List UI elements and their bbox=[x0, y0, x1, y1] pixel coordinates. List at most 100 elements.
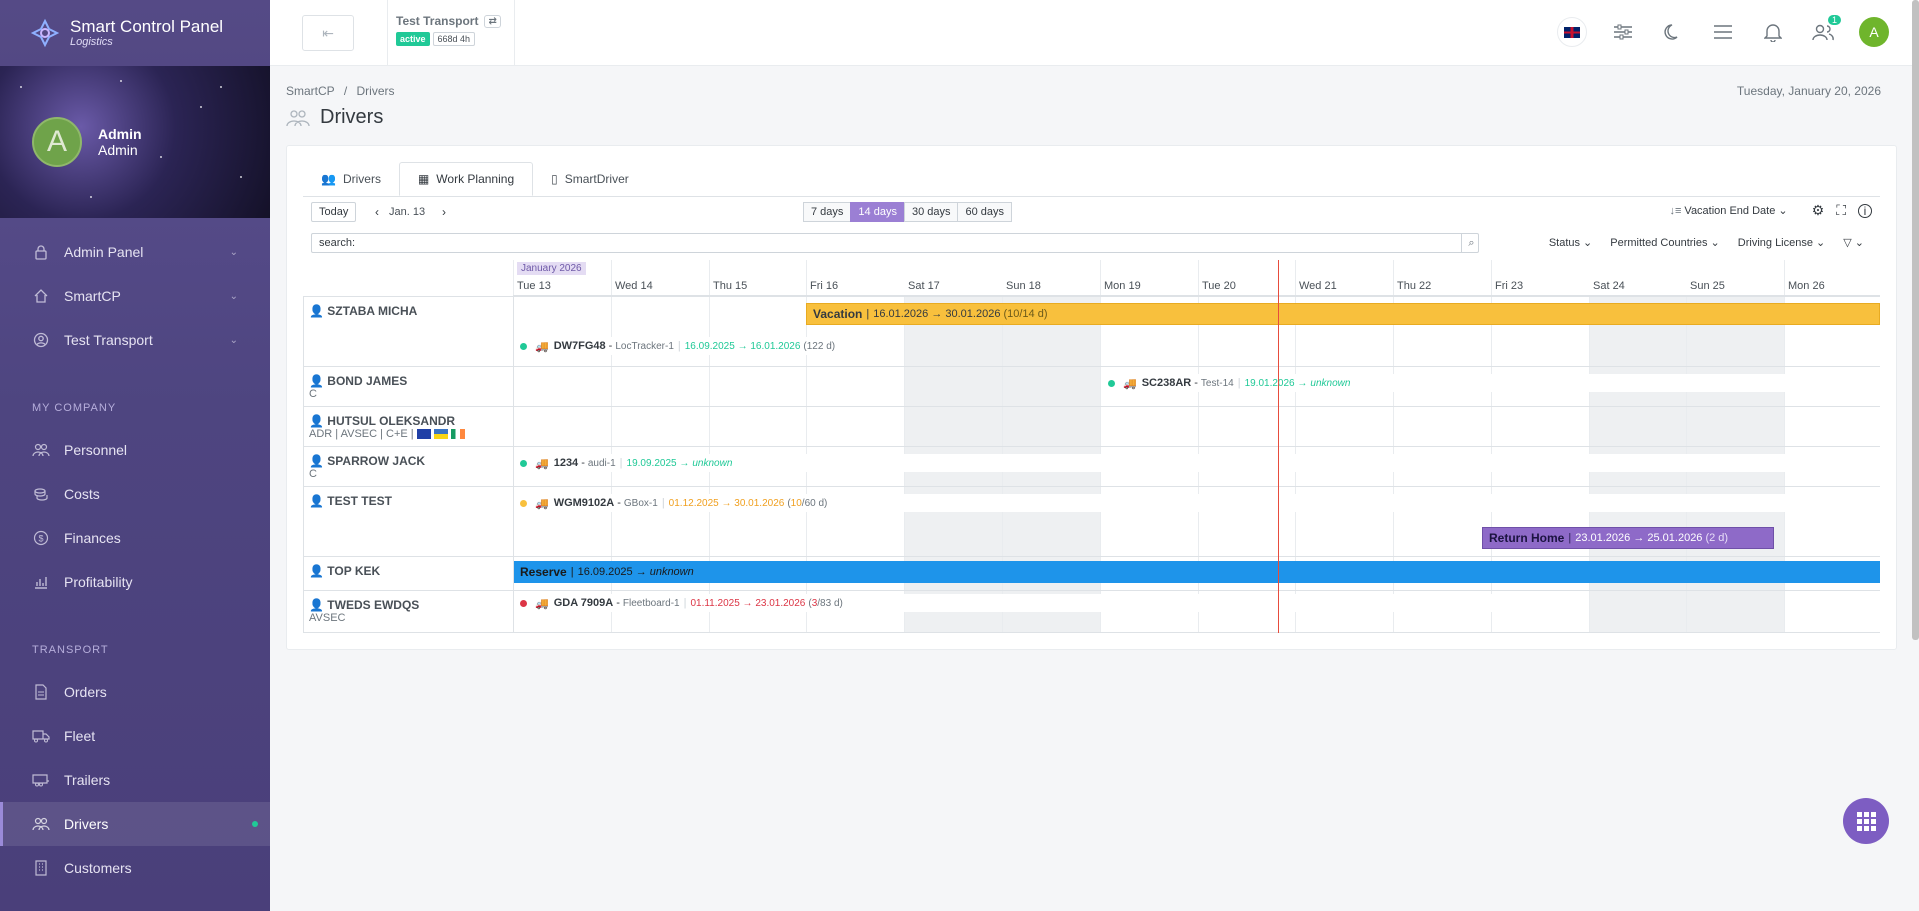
sidebar-item-admin-panel[interactable]: Admin Panel ⌄ bbox=[0, 230, 270, 274]
vehicle-assignment[interactable]: 🚚 DW7FG48 - LocTracker-1 | 16.09.2025 → … bbox=[514, 337, 885, 355]
separator: | bbox=[683, 597, 687, 609]
profile-avatar[interactable]: A bbox=[32, 117, 82, 167]
range-14-days[interactable]: 14 days bbox=[850, 202, 905, 222]
event-label: Reserve bbox=[520, 565, 567, 579]
page-scrollbar[interactable] bbox=[1912, 0, 1919, 640]
driver-name: 👤 TWEDS EWDQS bbox=[309, 598, 507, 612]
separator: | bbox=[570, 566, 574, 578]
breadcrumb-current: Drivers bbox=[356, 84, 395, 98]
event-end: unknown bbox=[649, 566, 694, 578]
next-week-button[interactable]: › bbox=[442, 205, 446, 219]
driver-row[interactable]: 👤 TEST TEST bbox=[303, 490, 513, 512]
brand[interactable]: Smart Control Panel Logistics bbox=[0, 0, 270, 66]
planning-card: 👥 Drivers ▦ Work Planning ▯ SmartDriver … bbox=[286, 145, 1897, 650]
filter-label: Permitted Countries bbox=[1610, 237, 1708, 249]
sidebar-item-label: Costs bbox=[64, 486, 100, 502]
user-avatar[interactable]: A bbox=[1859, 17, 1889, 47]
driver-row[interactable]: 👤 TOP KEK bbox=[303, 560, 513, 582]
row-divider bbox=[303, 632, 1880, 633]
driver-row[interactable]: 👤 HUTSUL OLEKSANDR ADR | AVSEC | C+E | bbox=[303, 410, 513, 444]
page-title-row: Drivers bbox=[286, 106, 383, 129]
sidebar-item-label: Admin Panel bbox=[64, 244, 144, 260]
driver-row[interactable]: 👤 SPARROW JACK C bbox=[303, 450, 513, 484]
brand-subtitle: Logistics bbox=[70, 36, 113, 48]
vehicle-assignment[interactable]: 🚚 GDA 7909A - Fleetboard-1 | 01.11.2025 … bbox=[514, 594, 1587, 612]
driver-name: 👤 SPARROW JACK bbox=[309, 454, 507, 468]
separator: - bbox=[581, 457, 585, 469]
breadcrumb-root[interactable]: SmartCP bbox=[286, 84, 334, 98]
day-label: Fri 23 bbox=[1495, 280, 1524, 292]
return-home-bar[interactable]: Return Home | 23.01.2026 → 25.01.2026 (2… bbox=[1482, 527, 1774, 549]
range-60-days[interactable]: 60 days bbox=[957, 202, 1013, 222]
search-input[interactable]: search: bbox=[311, 233, 1479, 253]
tab-drivers[interactable]: 👥 Drivers bbox=[303, 162, 399, 196]
notifications-button[interactable] bbox=[1759, 18, 1787, 46]
driver-row[interactable]: 👤 BOND JAMES C bbox=[303, 370, 513, 404]
vehicle-assignment[interactable]: 🚚 SC238AR - Test-14 | 19.01.2026 → unkno… bbox=[1102, 374, 1880, 392]
driver-name: 👤 HUTSUL OLEKSANDR bbox=[309, 414, 507, 428]
day-label: Wed 21 bbox=[1299, 280, 1337, 292]
sort-area: ↓≡ Vacation End Date ⌄ ⚙ ⛶ i bbox=[1669, 202, 1880, 219]
breadcrumb-separator: / bbox=[343, 84, 348, 98]
tab-smartdriver[interactable]: ▯ SmartDriver bbox=[533, 162, 647, 196]
filter-driving-license[interactable]: Driving License ⌄ bbox=[1738, 236, 1825, 249]
sidebar-item-fleet[interactable]: Fleet bbox=[0, 714, 270, 758]
filter-label: Driving License bbox=[1737, 237, 1813, 249]
vehicle-assignment[interactable]: 🚚 1234 - audi-1 | 19.09.2025 → unknown bbox=[514, 454, 1880, 472]
team-button[interactable]: 1 bbox=[1809, 15, 1841, 46]
notification-count-badge: 1 bbox=[1827, 15, 1841, 25]
info-button[interactable]: i bbox=[1858, 203, 1872, 218]
sidebar-item-smartcp[interactable]: SmartCP ⌄ bbox=[0, 274, 270, 318]
sidebar-item-test-transport[interactable]: Test Transport ⌄ bbox=[0, 318, 270, 362]
driver-license-text: ADR | AVSEC | C+E | bbox=[309, 428, 414, 440]
range-30-days[interactable]: 30 days bbox=[903, 202, 959, 222]
column-settings-button[interactable]: ⚙ bbox=[1812, 202, 1825, 219]
sidebar-item-profitability[interactable]: Profitability bbox=[0, 560, 270, 604]
reserve-bar[interactable]: Reserve | 16.09.2025 → unknown bbox=[514, 561, 1880, 583]
funnel-filter-button[interactable]: ▽ ⌄ bbox=[1843, 236, 1864, 249]
assignment-range: 19.01.2026 → bbox=[1244, 377, 1308, 389]
hamburger-icon bbox=[1714, 25, 1732, 39]
driver-row[interactable]: 👤 SZTABA MICHA bbox=[303, 300, 513, 322]
tab-work-planning[interactable]: ▦ Work Planning bbox=[398, 162, 534, 196]
user-icon: 👤 bbox=[309, 598, 324, 612]
sidebar-item-finances[interactable]: $ Finances bbox=[0, 516, 270, 560]
swap-icon[interactable]: ⇄ bbox=[484, 14, 501, 28]
sidebar-item-personnel[interactable]: Personnel bbox=[0, 428, 270, 472]
dark-mode-button[interactable] bbox=[1659, 18, 1687, 46]
assignment-end: unknown bbox=[1310, 377, 1351, 389]
menu-button[interactable] bbox=[1709, 18, 1737, 46]
separator: | bbox=[661, 497, 665, 509]
sidebar-item-trailers[interactable]: Trailers bbox=[0, 758, 270, 802]
prev-week-button[interactable]: ‹ bbox=[375, 205, 379, 219]
apps-fab-button[interactable] bbox=[1843, 798, 1889, 844]
assignment-range: 01.12.2025 → 30.01.2026 bbox=[668, 497, 785, 509]
vacation-bar[interactable]: Vacation | 16.01.2026 → 30.01.2026 (10/1… bbox=[806, 303, 1880, 325]
language-switcher[interactable] bbox=[1557, 17, 1587, 47]
fullscreen-button[interactable]: ⛶ bbox=[1836, 202, 1846, 219]
vehicle-plate: SC238AR bbox=[1141, 377, 1192, 389]
sidebar-item-costs[interactable]: Costs bbox=[0, 472, 270, 516]
company-switcher[interactable]: Test Transport ⇄ active 668d 4h bbox=[387, 0, 515, 66]
collapse-sidebar-button[interactable]: ⇤ bbox=[302, 15, 354, 51]
mobile-icon: ▯ bbox=[551, 172, 558, 186]
tracker-name: Fleetboard-1 bbox=[622, 597, 680, 609]
vehicle-assignment[interactable]: 🚚 WGM9102A - GBox-1 | 01.12.2025 → 30.01… bbox=[514, 494, 1880, 512]
settings-sliders-button[interactable] bbox=[1609, 18, 1637, 46]
page-title: Drivers bbox=[320, 106, 384, 128]
tabs-divider bbox=[303, 196, 1880, 197]
sidebar-item-customers[interactable]: Customers bbox=[0, 846, 270, 890]
search-button[interactable]: ⌕ bbox=[1461, 233, 1481, 253]
today-button[interactable]: Today bbox=[311, 202, 357, 222]
filter-status[interactable]: Status ⌄ bbox=[1549, 236, 1592, 249]
users-icon bbox=[32, 441, 50, 459]
sidebar-item-drivers[interactable]: Drivers bbox=[0, 802, 270, 846]
ie-flag-icon bbox=[450, 429, 465, 440]
sidebar-item-orders[interactable]: Orders bbox=[0, 670, 270, 714]
users-icon: 👥 bbox=[321, 172, 336, 186]
filter-permitted-countries[interactable]: Permitted Countries ⌄ bbox=[1610, 236, 1720, 249]
range-7-days[interactable]: 7 days bbox=[803, 202, 852, 222]
sort-dropdown[interactable]: ↓≡ Vacation End Date ⌄ bbox=[1669, 204, 1787, 217]
driver-row[interactable]: 👤 TWEDS EWDQS AVSEC bbox=[303, 594, 513, 628]
trailer-icon bbox=[32, 771, 50, 789]
